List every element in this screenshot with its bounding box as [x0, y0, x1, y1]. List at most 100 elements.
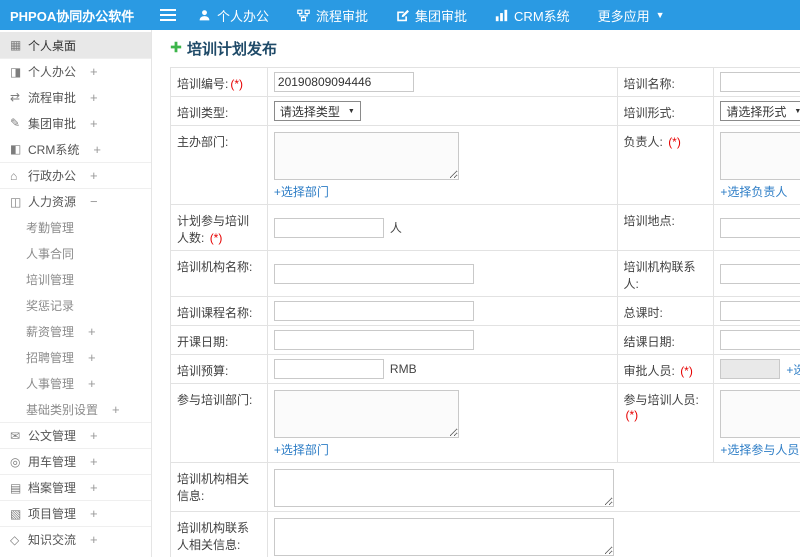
- expand-toggle[interactable]: +: [93, 142, 101, 157]
- nav-more-apps[interactable]: 更多应用 ▼: [584, 0, 679, 30]
- form-row: 开课日期: 结课日期:: [171, 326, 800, 355]
- sidebar-item-training[interactable]: 培训管理: [0, 266, 151, 292]
- sidebar-item-personnel[interactable]: 人事管理 +: [0, 370, 151, 396]
- person-icon: [198, 9, 211, 22]
- sidebar-item-personal-office[interactable]: ◨ 个人办公 +: [0, 58, 151, 84]
- sidebar-item-salary[interactable]: 薪资管理 +: [0, 318, 151, 344]
- expand-toggle[interactable]: +: [90, 116, 98, 131]
- field-label: 开课日期:: [171, 326, 268, 355]
- page-title-text: 培训计划发布: [187, 41, 278, 58]
- hamburger-menu-icon[interactable]: [152, 9, 184, 21]
- currency-suffix: RMB: [389, 362, 417, 376]
- chevron-down-icon: ▼: [794, 107, 800, 115]
- sidebar-item-label: 行政办公: [28, 169, 77, 183]
- org-contact-info-textarea[interactable]: [273, 518, 614, 556]
- budget-input[interactable]: [273, 359, 384, 379]
- expand-toggle[interactable]: +: [90, 168, 98, 183]
- sidebar-item-label: 奖惩记录: [26, 298, 75, 313]
- select-join-people-link[interactable]: +选择参与人员: [720, 441, 799, 458]
- sidebar-item-hr-contract[interactable]: 人事合同: [0, 240, 151, 266]
- field-label: 培训地点:: [617, 205, 715, 251]
- sidebar-item-knowledge[interactable]: ◇ 知识交流 +: [0, 526, 151, 552]
- org-contact-input[interactable]: [720, 263, 800, 284]
- nav-label: 个人办公: [217, 8, 270, 24]
- join-people-textarea[interactable]: [720, 390, 800, 438]
- nav-label: CRM系统: [514, 8, 570, 24]
- sidebar-item-label: 招聘管理: [26, 350, 75, 365]
- field-label: 参与培训人员: (*): [617, 384, 715, 463]
- org-info-textarea[interactable]: [273, 469, 614, 507]
- sidebar-item-crm[interactable]: ◧ CRM系统 +: [0, 136, 151, 162]
- vehicle-icon: ◎: [10, 454, 21, 469]
- sidebar-item-archive[interactable]: ▤ 档案管理 +: [0, 474, 151, 500]
- expand-toggle[interactable]: +: [90, 506, 98, 521]
- sidebar-item-recruitment[interactable]: 招聘管理 +: [0, 344, 151, 370]
- training-type-select[interactable]: 请选择类型 ▼: [273, 101, 361, 121]
- select-leader-link[interactable]: +选择负责人: [720, 183, 787, 200]
- sidebar-item-label: 流程审批: [28, 90, 77, 105]
- expand-toggle[interactable]: +: [90, 480, 98, 495]
- chevron-down-icon: ▼: [347, 107, 355, 115]
- sidebar-item-base-category[interactable]: 基础类别设置 +: [0, 396, 151, 422]
- sidebar-item-label: 个人桌面: [28, 38, 77, 53]
- start-date-input[interactable]: [273, 330, 474, 350]
- expand-toggle[interactable]: +: [90, 428, 98, 443]
- location-input[interactable]: [720, 217, 800, 238]
- sidebar-item-admin-office[interactable]: ⌂ 行政办公 +: [0, 162, 151, 188]
- expand-toggle[interactable]: +: [88, 350, 96, 365]
- end-date-input[interactable]: [720, 330, 800, 350]
- expand-toggle[interactable]: +: [90, 454, 98, 469]
- training-name-input[interactable]: [720, 72, 800, 92]
- training-no-input[interactable]: [273, 72, 414, 92]
- sidebar-item-group-approval[interactable]: ✎ 集团审批 +: [0, 110, 151, 136]
- expand-toggle[interactable]: +: [90, 64, 98, 79]
- expand-toggle[interactable]: +: [88, 324, 96, 339]
- form-row: 培训类型: 请选择类型 ▼ 培训形式: 请选择形式 ▼: [171, 97, 800, 126]
- field-label: 培训机构名称:: [171, 251, 268, 297]
- collapse-toggle[interactable]: −: [90, 194, 98, 209]
- expand-toggle[interactable]: +: [90, 532, 98, 547]
- select-approver-link[interactable]: +选择审批人员: [786, 361, 800, 378]
- field-label: 计划参与培训人数: (*): [171, 205, 268, 251]
- sidebar-item-vehicle[interactable]: ◎ 用车管理 +: [0, 448, 151, 474]
- nav-personal-office[interactable]: 个人办公: [184, 0, 283, 30]
- join-dept-textarea[interactable]: [273, 390, 459, 438]
- form-row: 培训编号:(*) 培训名称:: [171, 68, 800, 97]
- expand-toggle[interactable]: +: [112, 402, 120, 417]
- leader-textarea[interactable]: [720, 132, 800, 180]
- sidebar-item-label: 人力资源: [28, 195, 77, 209]
- form-row: 主办部门: +选择部门 负责人: (*) +选择负责人: [171, 126, 800, 205]
- knowledge-icon: ◇: [10, 532, 20, 547]
- sidebar-item-hr[interactable]: ◫ 人力资源 −: [0, 188, 151, 214]
- nav-crm-system[interactable]: CRM系统: [481, 0, 584, 30]
- sidebar-item-reward-punishment[interactable]: 奖惩记录: [0, 292, 151, 318]
- nav-label: 更多应用: [597, 8, 650, 24]
- approver-input[interactable]: [720, 359, 781, 379]
- expand-toggle[interactable]: +: [90, 90, 98, 105]
- sidebar-item-label: 薪资管理: [26, 324, 75, 339]
- training-mode-select[interactable]: 请选择形式 ▼: [720, 101, 800, 121]
- field-label: 培训机构相关信息:: [171, 463, 268, 512]
- sidebar-item-desktop[interactable]: ▦ 个人桌面: [0, 32, 151, 58]
- nav-workflow-approval[interactable]: 流程审批: [283, 0, 382, 30]
- sidebar-item-official-doc[interactable]: ✉ 公文管理 +: [0, 422, 151, 448]
- nav-group-approval[interactable]: 集团审批: [382, 0, 481, 30]
- topbar: PHPOA协同办公软件 个人办公 流程审批 集团审批 CRM系统 更多应用 ▼: [0, 0, 800, 30]
- page-title: 培训计划发布: [170, 38, 800, 59]
- sidebar-item-project[interactable]: ▧ 项目管理 +: [0, 500, 151, 526]
- expand-toggle[interactable]: +: [88, 376, 96, 391]
- sidebar-item-label: 人事管理: [26, 376, 75, 391]
- select-join-dept-link[interactable]: +选择部门: [274, 441, 329, 458]
- select-dept-link[interactable]: +选择部门: [274, 183, 329, 200]
- participant-count-input[interactable]: [273, 217, 384, 238]
- field-label: 负责人: (*): [617, 126, 715, 205]
- course-name-input[interactable]: [273, 301, 474, 321]
- host-dept-textarea[interactable]: [273, 132, 459, 180]
- sidebar-item-workflow-approval[interactable]: ⇄ 流程审批 +: [0, 84, 151, 110]
- envelope-icon: ✉: [10, 428, 21, 443]
- sidebar-item-attendance[interactable]: 考勤管理: [0, 214, 151, 240]
- total-hours-input[interactable]: [720, 301, 800, 321]
- training-plan-form: 培训编号:(*) 培训名称: 培训类型: 请选择类型 ▼ 培训形式: 请选择形式: [170, 67, 800, 557]
- person-icon: ◨: [10, 64, 22, 79]
- org-name-input[interactable]: [273, 263, 474, 284]
